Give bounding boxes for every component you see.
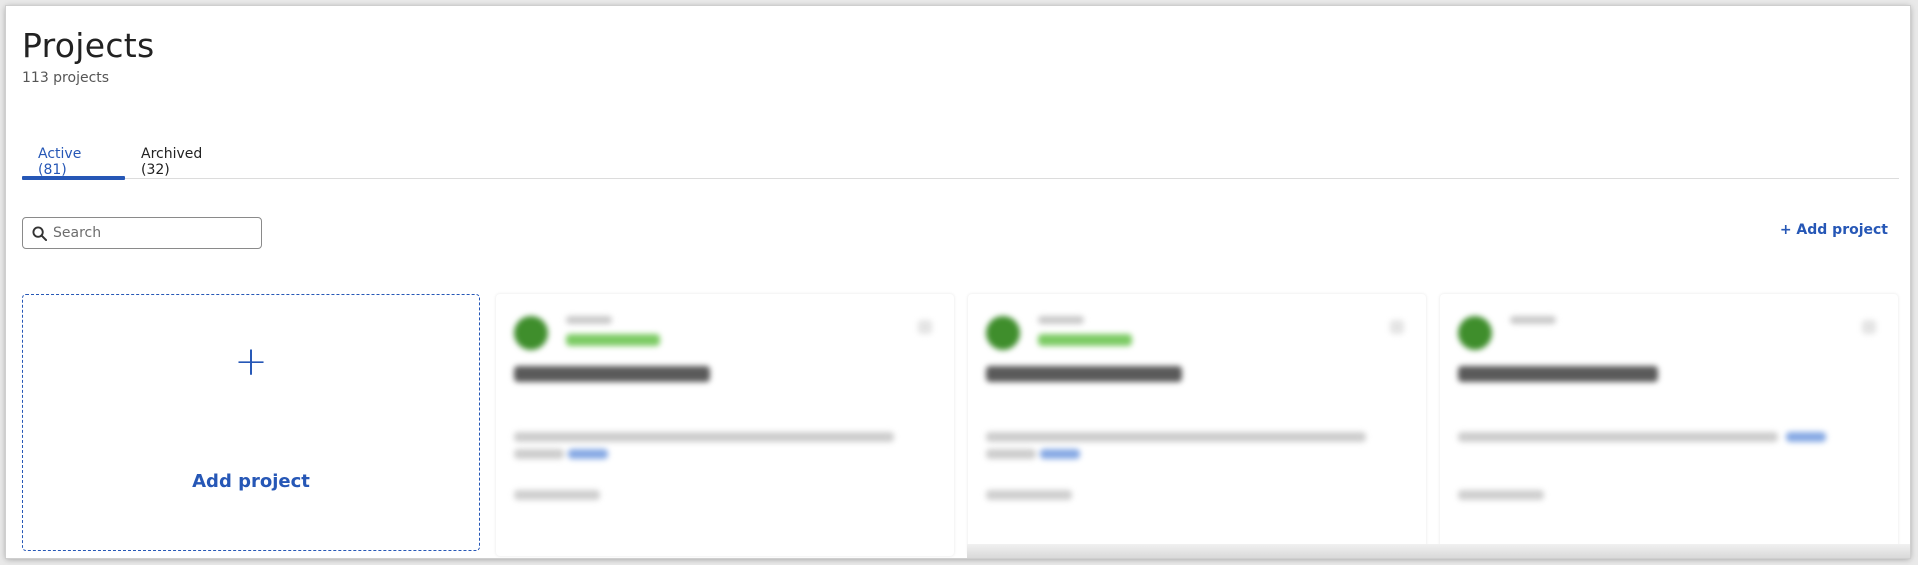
avatar: [1458, 316, 1492, 350]
project-description-placeholder: [514, 432, 894, 442]
kebab-menu-icon[interactable]: [1390, 320, 1404, 334]
project-meta-placeholder: [1458, 490, 1544, 500]
project-title-placeholder: [986, 366, 1182, 382]
kebab-menu-icon[interactable]: [918, 320, 932, 334]
project-count: 113 projects: [22, 70, 110, 86]
avatar: [514, 316, 548, 350]
more-link-placeholder[interactable]: [1786, 432, 1826, 442]
plus-icon: +: [234, 339, 268, 385]
project-description-placeholder: [986, 449, 1036, 459]
page-title: Projects: [22, 26, 155, 65]
add-project-card-label: Add project: [192, 471, 310, 492]
add-project-button[interactable]: + Add project: [1780, 222, 1888, 238]
project-card[interactable]: [1440, 294, 1898, 556]
project-description-placeholder: [986, 432, 1366, 442]
project-card-content-blurred: [1440, 294, 1898, 556]
project-description-placeholder: [514, 449, 564, 459]
project-card-content-blurred: [496, 294, 954, 556]
project-card[interactable]: [968, 294, 1426, 556]
search-icon: [32, 226, 47, 241]
status-badge: [1038, 334, 1132, 346]
app-window: Projects 113 projects Active (81) Archiv…: [6, 6, 1910, 558]
tab-active[interactable]: Active (81): [22, 132, 125, 180]
tab-archived[interactable]: Archived (32): [125, 132, 240, 179]
project-description-placeholder: [1458, 432, 1778, 442]
project-card[interactable]: [496, 294, 954, 556]
avatar: [986, 316, 1020, 350]
project-owner-placeholder: [566, 316, 612, 324]
status-badge: [566, 334, 660, 346]
project-card-content-blurred: [968, 294, 1426, 556]
kebab-menu-icon[interactable]: [1862, 320, 1876, 334]
project-owner-placeholder: [1038, 316, 1084, 324]
project-meta-placeholder: [986, 490, 1072, 500]
project-title-placeholder: [1458, 366, 1658, 382]
tab-bar: Active (81) Archived (32): [22, 132, 1899, 180]
search-box[interactable]: [22, 217, 262, 249]
search-input[interactable]: [53, 221, 253, 245]
project-meta-placeholder: [514, 490, 600, 500]
more-link-placeholder[interactable]: [568, 449, 608, 459]
project-title-placeholder: [514, 366, 710, 382]
bottom-edge-shadow: [967, 544, 1910, 558]
more-link-placeholder[interactable]: [1040, 449, 1080, 459]
add-project-card[interactable]: + Add project: [22, 294, 480, 551]
project-owner-placeholder: [1510, 316, 1556, 324]
